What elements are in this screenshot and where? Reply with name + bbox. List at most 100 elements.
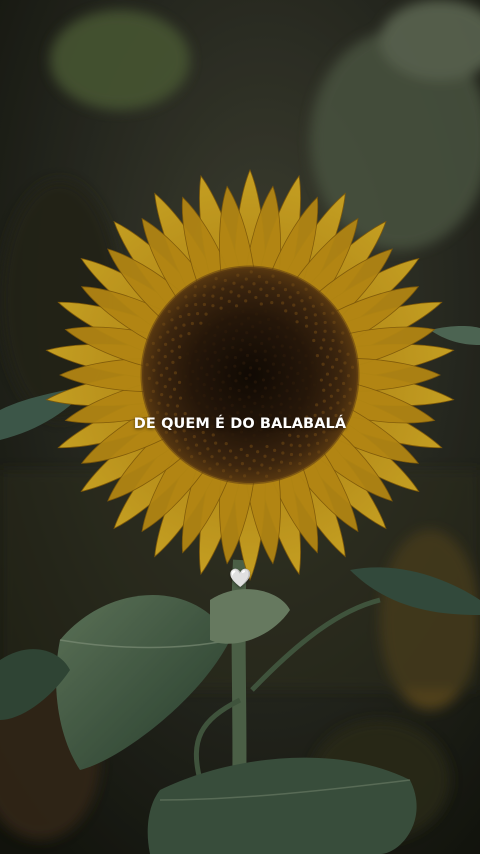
sunflower-seed	[225, 355, 229, 359]
sunflower-seed	[229, 475, 233, 479]
sunflower-seed	[210, 396, 214, 401]
sunflower-seed	[252, 433, 256, 437]
sunflower-seed	[240, 338, 245, 342]
sunflower-seed	[197, 401, 201, 405]
sunflower-seed	[265, 280, 269, 284]
sunflower-seed	[317, 450, 321, 454]
sunflower-seed	[279, 402, 283, 406]
sunflower-seed	[203, 439, 207, 443]
sunflower-seed	[222, 338, 226, 342]
sunflower-seed	[308, 346, 313, 351]
sunflower-seed	[343, 361, 347, 365]
sunflower-seed	[202, 382, 206, 387]
sunflower-seed	[195, 312, 200, 316]
sunflower-seed	[233, 364, 237, 368]
sunflower-seed	[224, 330, 228, 334]
sunflower-seed	[194, 340, 198, 344]
sunflower-seed	[348, 401, 352, 405]
sunflower-seed	[329, 347, 333, 351]
sunflower-seed	[229, 290, 233, 294]
sunflower-seed	[272, 386, 276, 390]
sunflower-seed	[221, 469, 226, 473]
sunflower-seed	[291, 283, 295, 287]
sunflower-seed	[273, 308, 278, 312]
sunflower-seed	[304, 287, 308, 291]
sunflower-seed	[296, 291, 300, 295]
sunflower-seed	[284, 335, 288, 339]
sunflower-seed	[187, 312, 191, 317]
sunflower-seed	[315, 403, 319, 407]
sunflower-seed	[278, 280, 282, 285]
sunflower-seed	[183, 389, 187, 393]
sunflower-seed	[336, 401, 340, 405]
sunflower-seed	[323, 329, 327, 333]
sunflower-seed	[266, 434, 270, 438]
sunflower-seed	[277, 394, 281, 398]
sunflower-seed	[184, 295, 188, 299]
sunflower-seed	[191, 369, 195, 374]
sunflower-seed	[210, 364, 214, 368]
sunflower-seed	[205, 372, 209, 377]
sunflower-seed	[199, 366, 204, 370]
sunflower-seed	[289, 452, 294, 457]
sunflower-seed	[196, 358, 200, 362]
sunflower-seed	[289, 345, 293, 349]
sunflower-seed	[285, 375, 290, 379]
sunflower-seed	[271, 362, 276, 366]
sunflower-seed	[211, 294, 215, 298]
sunflower-seed	[276, 293, 281, 298]
sunflower-seed	[198, 451, 202, 455]
sunflower-seed	[187, 361, 192, 365]
sunflower-seed	[281, 451, 285, 455]
sunflower-seed	[234, 379, 238, 383]
sunflower-seed	[342, 381, 346, 386]
sunflower-seed	[312, 338, 316, 343]
sunflower-seed	[163, 342, 168, 346]
sunflower-seed	[289, 443, 293, 447]
sunflower-seed	[193, 293, 197, 298]
sunflower-seed	[269, 396, 273, 400]
sunflower-seed	[273, 438, 277, 442]
sunflower-seed	[177, 345, 182, 349]
sunflower-seed	[254, 312, 259, 316]
sunflower-seed	[295, 389, 300, 393]
sunflower-seed	[213, 407, 218, 411]
sunflower-seed	[194, 349, 198, 354]
sunflower-seed	[313, 433, 317, 437]
sunflower-seed	[285, 326, 290, 330]
sunflower-seed	[206, 447, 210, 451]
sunflower-seed	[279, 411, 283, 415]
sunflower-seed	[340, 340, 344, 344]
sunflower-seed	[297, 397, 302, 401]
sunflower-seed	[214, 277, 218, 281]
sunflower-seed	[298, 453, 303, 457]
sunflower-seed	[194, 302, 198, 307]
sunflower-seed	[147, 376, 151, 381]
sunflower-seed	[280, 382, 284, 386]
sunflower-seed	[163, 354, 167, 359]
sunflower-seed	[328, 383, 332, 387]
sunflower-seed	[202, 293, 206, 297]
sunflower-seed	[246, 316, 251, 320]
sunflower-seed	[158, 335, 162, 339]
sunflower-seed	[244, 376, 248, 381]
sunflower-seed	[212, 342, 216, 346]
sunflower-seed	[312, 383, 317, 387]
sunflower-seed	[185, 352, 190, 356]
sunflower-seed	[227, 374, 231, 378]
sunflower-seed	[319, 378, 324, 382]
sunflower-seed	[258, 320, 262, 324]
sunflower-seed	[323, 320, 327, 325]
sunflower-seed	[230, 403, 234, 407]
sunflower-seed	[289, 405, 293, 409]
sunflower-seed	[195, 389, 199, 393]
sunflower-seed	[331, 311, 335, 315]
sunflower-seed	[297, 349, 301, 353]
sunflower-seed	[260, 341, 264, 346]
sunflower-seed	[238, 371, 242, 375]
sunflower-seed	[202, 302, 207, 307]
sunflower-seed	[167, 309, 171, 314]
sunflower-seed	[245, 353, 250, 358]
sunflower-seed	[221, 287, 225, 291]
white-heart-icon: 🤍	[229, 568, 252, 589]
